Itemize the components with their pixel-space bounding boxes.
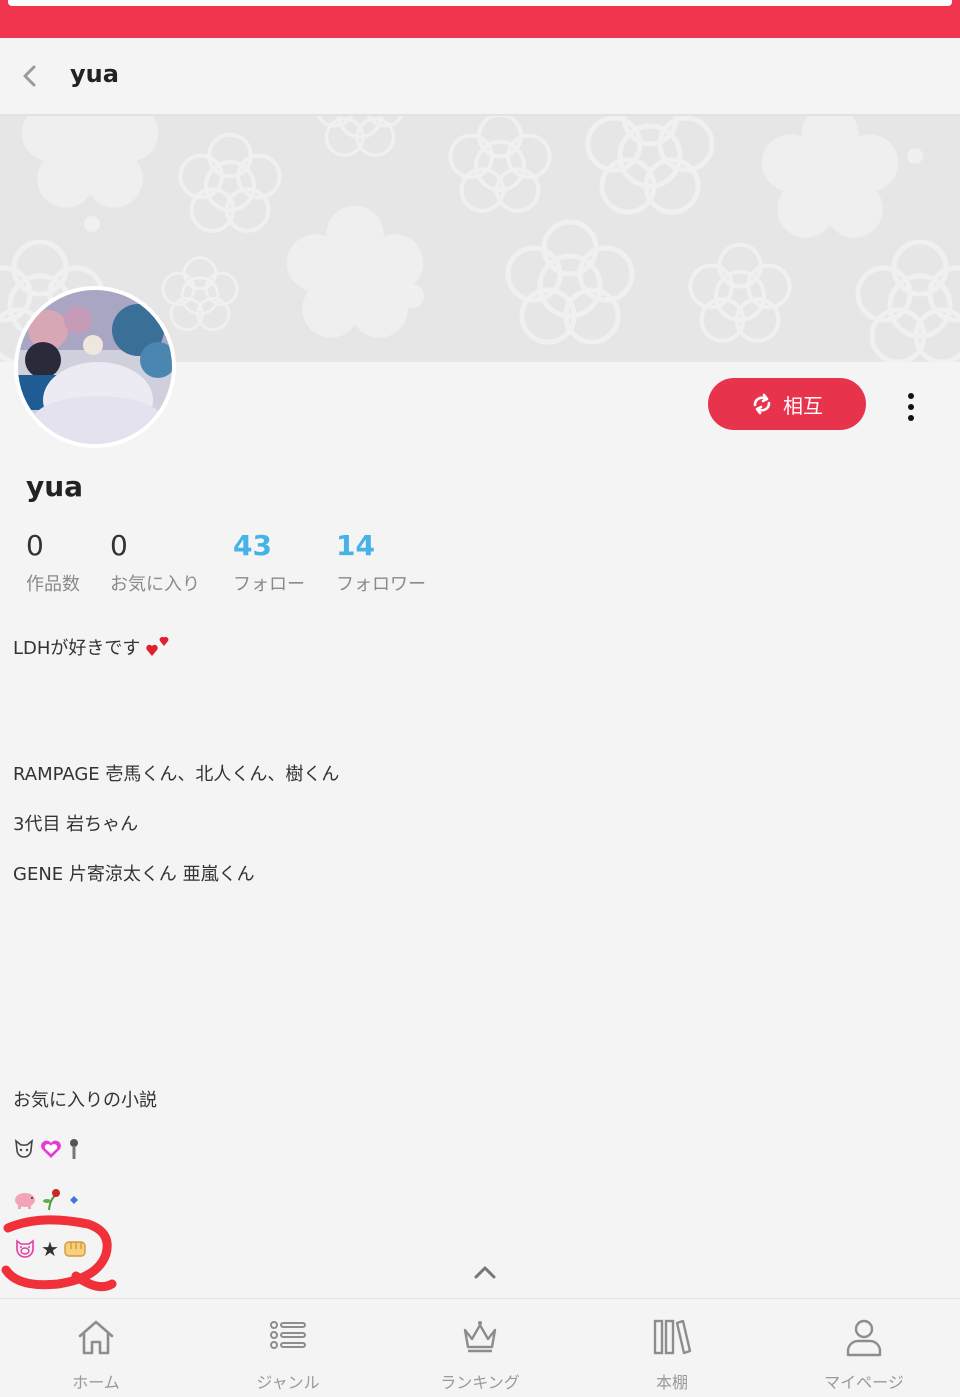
stat-value: 14 [336,529,375,562]
sheet-edge [8,0,952,6]
mutual-follow-button[interactable]: 相互 [708,378,866,430]
stat-followers[interactable]: 14 フォロワー [336,528,426,596]
stat-value: 0 [26,529,44,562]
mutual-label: 相互 [783,393,823,418]
nav-label: マイページ [824,1373,904,1392]
profile-name: yua [26,470,84,503]
nav-label: ジャンル [256,1373,320,1392]
bookshelf-icon [653,1319,692,1355]
pig-icon [15,1193,35,1209]
sync-icon [753,393,771,415]
stat-value: 43 [233,529,272,562]
red-circle-markup [1,1215,117,1292]
bottom-navigation: ホーム ジャンル ランキング 本棚 マイページ [0,1298,960,1397]
nav-ranking[interactable]: ランキング [384,1299,576,1397]
blue-diamond-icon [70,1196,78,1204]
dot [908,404,914,410]
scroll-up-icon[interactable] [472,1262,498,1282]
wolf-face-icon [14,1139,34,1158]
dot [908,393,914,399]
crown-icon [463,1321,497,1353]
hearts-icon [146,636,169,656]
nav-mypage[interactable]: マイページ [768,1299,960,1397]
bio-line: LDHが好きです [13,634,172,660]
dot [908,415,914,421]
stat-value: 0 [110,529,128,562]
stat-following[interactable]: 43 フォロー [233,528,305,596]
bio-line: GENE 片寄涼太くん 亜嵐くん [13,864,255,885]
status-bar [0,0,960,38]
home-icon [78,1320,114,1355]
nav-genre[interactable]: ジャンル [192,1299,384,1397]
stat-works: 0 作品数 [26,528,80,596]
bio-line: 3代目 岩ちゃん [13,814,139,835]
app-header: yua [0,38,960,116]
nav-label: 本棚 [655,1373,688,1392]
person-icon [846,1319,882,1357]
microphone-icon [70,1139,78,1159]
stat-label: 作品数 [26,574,80,595]
nav-label: ランキング [440,1373,520,1392]
stat-favorites: 0 お気に入り [110,528,200,596]
nav-home[interactable]: ホーム [0,1299,192,1397]
avatar[interactable] [14,286,176,448]
nav-bookshelf[interactable]: 本棚 [576,1299,768,1397]
stat-label: フォロワー [336,574,426,595]
chevron-left-icon[interactable] [16,62,44,90]
bio-text: LDHが好きです [13,638,141,659]
more-options-button[interactable] [896,388,926,426]
emoji-row [13,1136,81,1162]
bio-line: お気に入りの小説 [13,1090,157,1111]
emoji-row [13,1186,81,1212]
nav-label: ホーム [72,1373,120,1392]
stat-label: フォロー [233,574,305,595]
list-icon [270,1321,306,1349]
stat-label: お気に入り [110,574,200,595]
wilted-flower-icon [43,1189,60,1211]
page-title: yua [70,60,119,88]
heart-icon [41,1140,61,1158]
bio-line: RAMPAGE 壱馬くん、北人くん、樹くん [13,764,340,785]
